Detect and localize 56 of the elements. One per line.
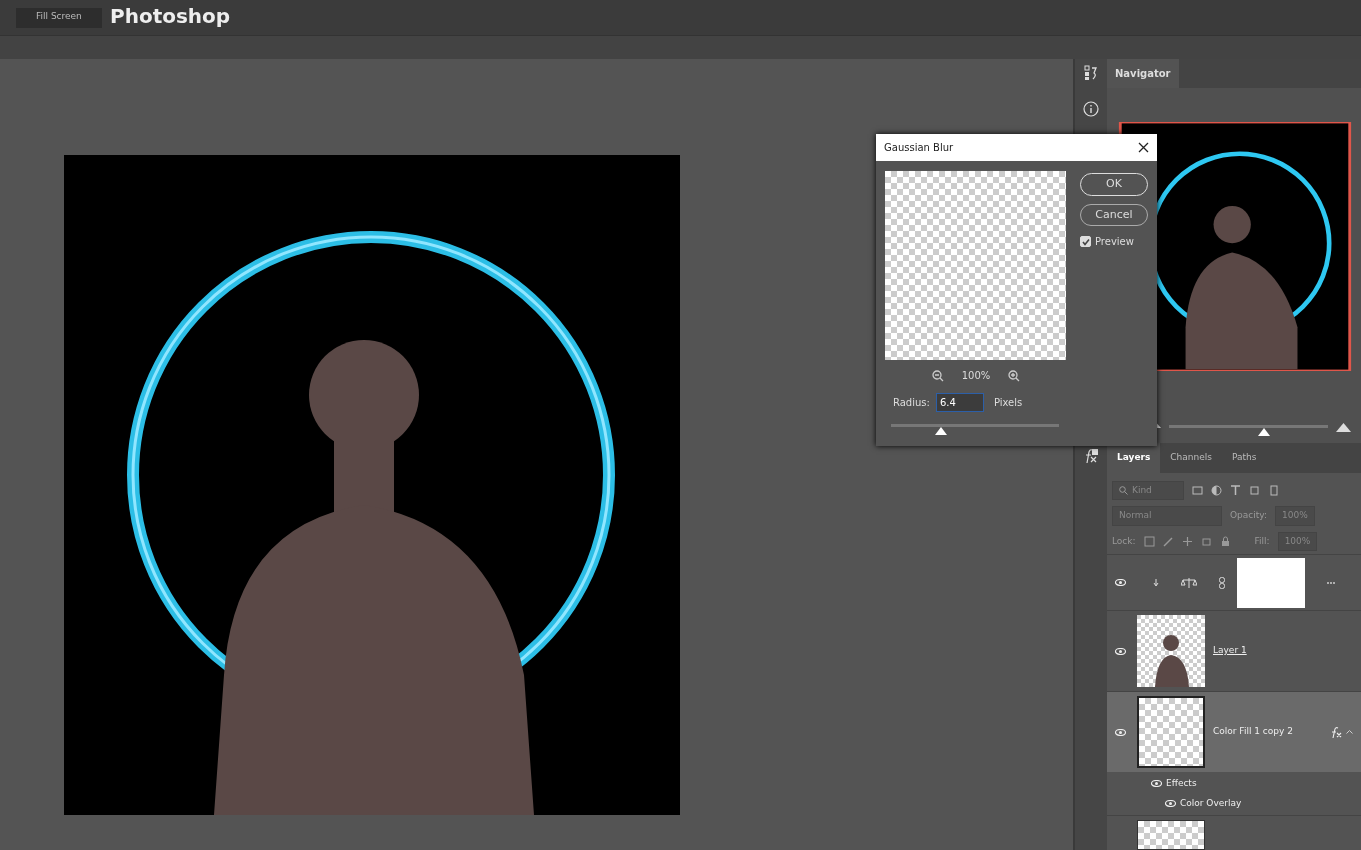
eye-icon[interactable] bbox=[1114, 728, 1126, 736]
mask-thumbnail bbox=[1237, 557, 1305, 608]
fx-icon[interactable] bbox=[1083, 448, 1099, 464]
collapse-icon[interactable] bbox=[1346, 730, 1353, 734]
preview-checkbox[interactable]: Preview bbox=[1080, 234, 1148, 249]
fill-label: Fill: bbox=[1254, 534, 1270, 548]
radius-label: Radius: bbox=[893, 396, 930, 410]
layer-row[interactable]: Color Fill 1 copy 2 bbox=[1107, 691, 1361, 772]
smart-object-filter-icon[interactable] bbox=[1268, 484, 1279, 496]
radius-slider[interactable] bbox=[891, 424, 1059, 436]
radius-field[interactable]: 6.4 bbox=[935, 393, 984, 412]
zoom-percent: 100% bbox=[961, 369, 991, 383]
large-mountain-icon bbox=[1336, 423, 1351, 432]
dialog-title: Gaussian Blur bbox=[884, 141, 954, 155]
image-filter-icon[interactable] bbox=[1192, 484, 1203, 496]
brush-icon[interactable] bbox=[1162, 535, 1174, 547]
opacity-label: Opacity: bbox=[1230, 509, 1267, 522]
ok-button[interactable]: OK bbox=[1080, 173, 1148, 196]
cancel-button[interactable]: Cancel bbox=[1080, 203, 1148, 226]
layer-name[interactable]: Color Fill 1 copy 2 bbox=[1213, 725, 1293, 739]
layer-row[interactable]: Layer 1 bbox=[1107, 610, 1361, 691]
zoom-out-icon[interactable] bbox=[931, 369, 944, 382]
layer-thumbnail bbox=[1137, 696, 1205, 768]
layer-row[interactable] bbox=[1107, 815, 1361, 850]
zoom-in-icon[interactable] bbox=[1008, 369, 1021, 382]
balance-icon bbox=[1181, 576, 1197, 589]
lock-label: Lock: bbox=[1112, 534, 1136, 548]
eye-icon[interactable] bbox=[1151, 780, 1162, 788]
layer-thumbnail bbox=[1137, 615, 1205, 687]
layer-name[interactable]: Layer 1 bbox=[1213, 644, 1247, 658]
eye-icon[interactable] bbox=[1114, 647, 1126, 655]
check-icon bbox=[1081, 237, 1090, 246]
navigator-tab[interactable]: Navigator bbox=[1107, 59, 1179, 88]
chain-icon bbox=[1219, 576, 1225, 589]
effects-row[interactable]: Effects bbox=[1107, 772, 1361, 794]
fx-icon bbox=[1330, 726, 1342, 738]
type-filter-icon[interactable] bbox=[1230, 484, 1241, 496]
eye-icon[interactable] bbox=[1114, 579, 1126, 586]
more-icon bbox=[1327, 581, 1335, 584]
effect-row[interactable]: Color Overlay bbox=[1107, 793, 1361, 815]
unit-label: Pixels bbox=[993, 396, 1023, 410]
info-icon[interactable] bbox=[1083, 101, 1099, 117]
adjustment-filter-icon[interactable] bbox=[1211, 484, 1222, 496]
lock-icon[interactable] bbox=[1219, 535, 1231, 547]
search-icon bbox=[1119, 485, 1128, 495]
move-icon[interactable] bbox=[1181, 535, 1193, 547]
fill-screen-button[interactable]: Fill Screen bbox=[16, 8, 102, 28]
layer-row[interactable] bbox=[1107, 554, 1361, 610]
close-button[interactable] bbox=[1138, 142, 1149, 153]
eye-icon[interactable] bbox=[1165, 799, 1176, 807]
shape-filter-icon[interactable] bbox=[1249, 484, 1260, 496]
slider-thumb[interactable] bbox=[935, 427, 948, 435]
video-title: Photoshop bbox=[110, 4, 231, 28]
clip-arrow-icon bbox=[1153, 578, 1159, 587]
history-icon[interactable] bbox=[1084, 65, 1098, 81]
layer-thumbnail bbox=[1137, 820, 1205, 850]
